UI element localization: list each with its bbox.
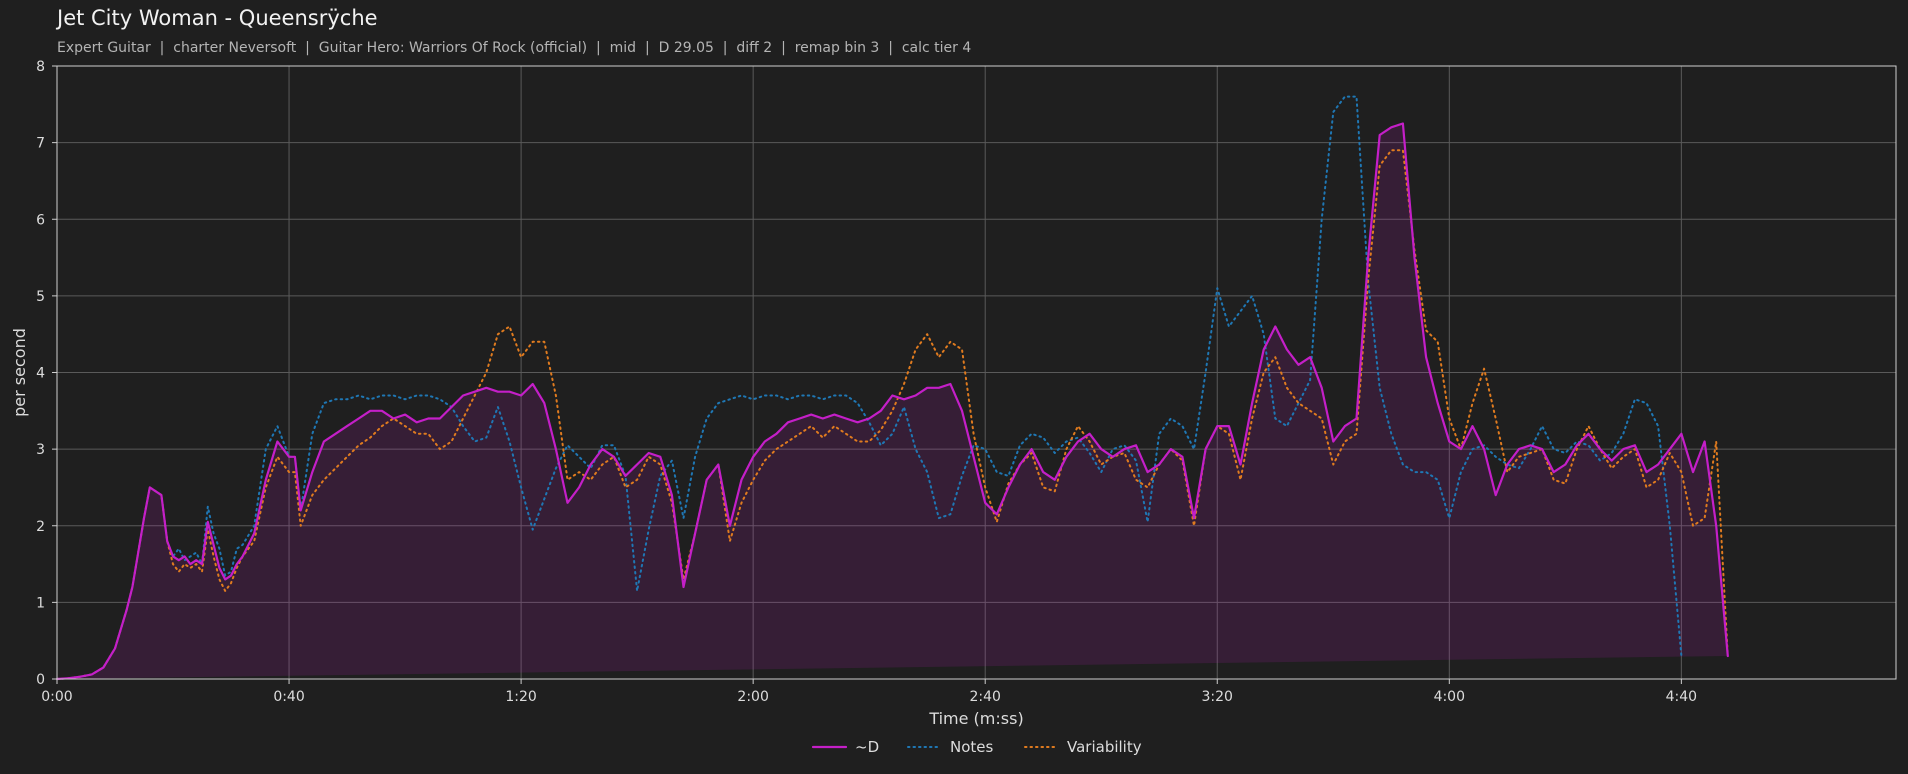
y-tick-label: 5	[36, 289, 45, 305]
x-axis-label: Time (m:ss)	[928, 709, 1023, 728]
y-tick-label: 4	[36, 366, 45, 382]
chart-svg: 0:00 0:40 1:20 2:00 2:40 3:20 4:00 4:40 0 1 2 3 4 5 6…	[10, 59, 1897, 756]
y-tick-label: 6	[36, 212, 45, 228]
x-tick-label: 4:40	[1666, 689, 1697, 705]
legend: ~D Notes Variability	[811, 738, 1142, 756]
y-tick-label: 1	[36, 595, 45, 611]
x-tick-label: 2:40	[969, 689, 1000, 705]
y-tick-label: 2	[36, 519, 45, 535]
y-tick-label: 0	[36, 672, 45, 688]
y-tick-label: 8	[36, 59, 45, 75]
x-tick-label: 0:40	[273, 689, 304, 705]
x-axis-ticks: 0:00 0:40 1:20 2:00 2:40 3:20 4:00 4:40	[41, 679, 1697, 705]
y-axis-ticks: 0 1 2 3 4 5 6 7 8	[36, 59, 57, 688]
y-tick-label: 7	[36, 136, 45, 152]
y-tick-label: 3	[36, 442, 45, 458]
x-tick-label: 3:20	[1202, 689, 1233, 705]
x-tick-label: 4:00	[1434, 689, 1465, 705]
x-tick-label: 2:00	[737, 689, 768, 705]
series-area-d	[57, 123, 1728, 679]
legend-label: ~D	[855, 738, 879, 756]
area-fill	[57, 123, 1728, 679]
x-tick-label: 1:20	[505, 689, 536, 705]
x-tick-label: 0:00	[41, 689, 72, 705]
y-axis-label: per second	[10, 328, 29, 417]
legend-label: Notes	[950, 738, 994, 756]
legend-label: Variability	[1067, 738, 1142, 756]
